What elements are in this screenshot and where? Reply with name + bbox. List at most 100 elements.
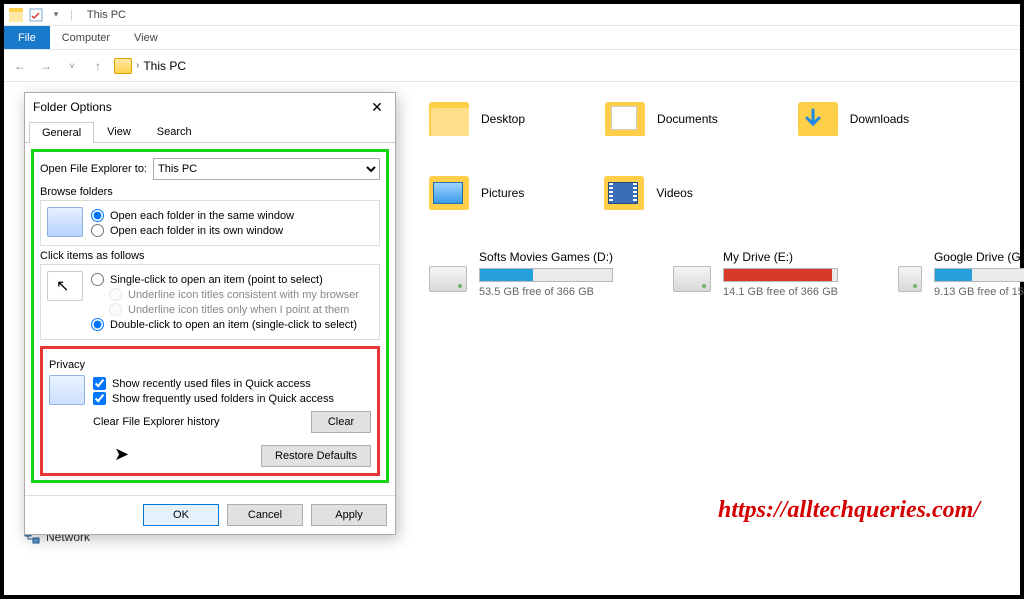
apply-button[interactable]: Apply <box>311 504 387 526</box>
dialog-tabs: General View Search <box>25 121 395 143</box>
radio-label: Underline icon titles consistent with my… <box>128 289 359 301</box>
click-label: Click items as follows <box>40 250 380 262</box>
up-button[interactable]: ↑ <box>88 56 108 76</box>
tab-computer[interactable]: Computer <box>50 26 122 49</box>
restore-row: Restore Defaults <box>49 445 371 467</box>
cancel-button[interactable]: Cancel <box>227 504 303 526</box>
tab-file[interactable]: File <box>4 26 50 49</box>
window-title: This PC <box>87 9 126 21</box>
properties-icon[interactable] <box>28 7 44 23</box>
folder-pictures[interactable]: Pictures <box>429 176 524 210</box>
ok-button[interactable]: OK <box>143 504 219 526</box>
address-bar[interactable]: › This PC <box>114 58 186 74</box>
drive-d[interactable]: Softs Movies Games (D:) 53.5 GB free of … <box>429 250 613 298</box>
drive-label: Google Drive (G:) <box>934 250 1024 264</box>
drive-usage-bar <box>479 268 613 282</box>
radio-input[interactable] <box>91 273 104 286</box>
drive-free-text: 53.5 GB free of 366 GB <box>479 286 613 298</box>
folders-row-2: Pictures Videos <box>429 176 1020 210</box>
drive-g[interactable]: Google Drive (G:) 9.13 GB free of 15 <box>898 250 1024 298</box>
open-explorer-select[interactable]: This PC <box>153 158 380 180</box>
radio-input <box>109 303 122 316</box>
tab-search[interactable]: Search <box>144 121 205 142</box>
tab-general[interactable]: General <box>29 122 94 143</box>
watermark-text: https://alltechqueries.com/ <box>718 497 980 524</box>
drive-usage-bar <box>723 268 838 282</box>
folder-label: Desktop <box>481 112 525 126</box>
folder-videos[interactable]: Videos <box>604 176 692 210</box>
close-button[interactable]: ✕ <box>367 97 387 117</box>
clear-label: Clear File Explorer history <box>93 416 220 428</box>
drive-free-text: 9.13 GB free of 15 <box>934 286 1024 298</box>
check-label: Show recently used files in Quick access <box>112 378 311 390</box>
privacy-icon <box>49 375 85 405</box>
chevron-right-icon: › <box>136 60 139 71</box>
separator: | <box>70 9 73 21</box>
radio-label: Single-click to open an item (point to s… <box>110 274 323 286</box>
back-button[interactable]: ← <box>10 56 30 76</box>
qat-dropdown-icon[interactable]: ▾ <box>48 7 64 23</box>
ribbon: File Computer View <box>4 26 1020 50</box>
dialog-title: Folder Options <box>33 100 112 114</box>
radio-label: Double-click to open an item (single-cli… <box>110 319 357 331</box>
drive-label: My Drive (E:) <box>723 250 838 264</box>
radio-input[interactable] <box>91 209 104 222</box>
folder-label: Videos <box>656 186 692 200</box>
dialog-titlebar[interactable]: Folder Options ✕ <box>25 93 395 121</box>
drive-e[interactable]: My Drive (E:) 14.1 GB free of 366 GB <box>673 250 838 298</box>
radio-input[interactable] <box>91 224 104 237</box>
privacy-label: Privacy <box>49 359 371 371</box>
browse-label: Browse folders <box>40 186 380 198</box>
checkbox-input[interactable] <box>93 392 106 405</box>
folders-row-1: Desktop Documents Downloads <box>429 102 1020 136</box>
radio-same-window[interactable]: Open each folder in the same window <box>91 209 373 222</box>
browse-icon <box>47 207 83 237</box>
app-icon <box>8 7 24 23</box>
check-frequent-folders[interactable]: Show frequently used folders in Quick ac… <box>93 392 371 405</box>
folder-label: Documents <box>657 112 718 126</box>
radio-own-window[interactable]: Open each folder in its own window <box>91 224 373 237</box>
radio-label: Open each folder in the same window <box>110 210 294 222</box>
checkbox-input[interactable] <box>93 377 106 390</box>
clear-button[interactable]: Clear <box>311 411 371 433</box>
folder-label: Downloads <box>850 112 909 126</box>
title-bar: ▾ | This PC <box>4 4 1020 26</box>
pictures-icon <box>429 176 469 210</box>
dialog-buttons: OK Cancel Apply <box>25 495 395 534</box>
location-icon <box>114 58 132 74</box>
tab-view[interactable]: View <box>94 121 144 142</box>
dialog-body: Open File Explorer to: This PC Browse fo… <box>25 143 395 489</box>
privacy-group: Show recently used files in Quick access… <box>49 373 371 435</box>
open-label: Open File Explorer to: <box>40 163 147 175</box>
downloads-icon <box>798 102 838 136</box>
drive-free-text: 14.1 GB free of 366 GB <box>723 286 838 298</box>
radio-label: Underline icon titles only when I point … <box>128 304 349 316</box>
videos-icon <box>604 176 644 210</box>
radio-input[interactable] <box>91 318 104 331</box>
restore-defaults-button[interactable]: Restore Defaults <box>261 445 371 467</box>
open-explorer-row: Open File Explorer to: This PC <box>40 158 380 180</box>
folder-desktop[interactable]: Desktop <box>429 102 525 136</box>
radio-underline-point: Underline icon titles only when I point … <box>109 303 373 316</box>
radio-single-click[interactable]: Single-click to open an item (point to s… <box>91 273 373 286</box>
recent-dropdown[interactable]: ˅ <box>62 56 82 76</box>
folder-downloads[interactable]: Downloads <box>798 102 909 136</box>
hdd-icon <box>429 266 467 292</box>
folder-documents[interactable]: Documents <box>605 102 718 136</box>
tab-view[interactable]: View <box>122 26 170 49</box>
clear-history-row: Clear File Explorer history Clear <box>93 411 371 433</box>
click-group: Single-click to open an item (point to s… <box>40 264 380 340</box>
folder-label: Pictures <box>481 186 524 200</box>
radio-input <box>109 288 122 301</box>
click-icon <box>47 271 83 301</box>
drive-label: Softs Movies Games (D:) <box>479 250 613 264</box>
hdd-icon <box>898 266 922 292</box>
highlight-green: Open File Explorer to: This PC Browse fo… <box>31 149 389 483</box>
location-text: This PC <box>143 59 186 73</box>
forward-button[interactable]: → <box>36 56 56 76</box>
check-recent-files[interactable]: Show recently used files in Quick access <box>93 377 371 390</box>
folder-options-dialog: Folder Options ✕ General View Search Ope… <box>24 92 396 535</box>
browse-group: Open each folder in the same window Open… <box>40 200 380 246</box>
drives-row: Softs Movies Games (D:) 53.5 GB free of … <box>429 250 1020 298</box>
radio-double-click[interactable]: Double-click to open an item (single-cli… <box>91 318 373 331</box>
